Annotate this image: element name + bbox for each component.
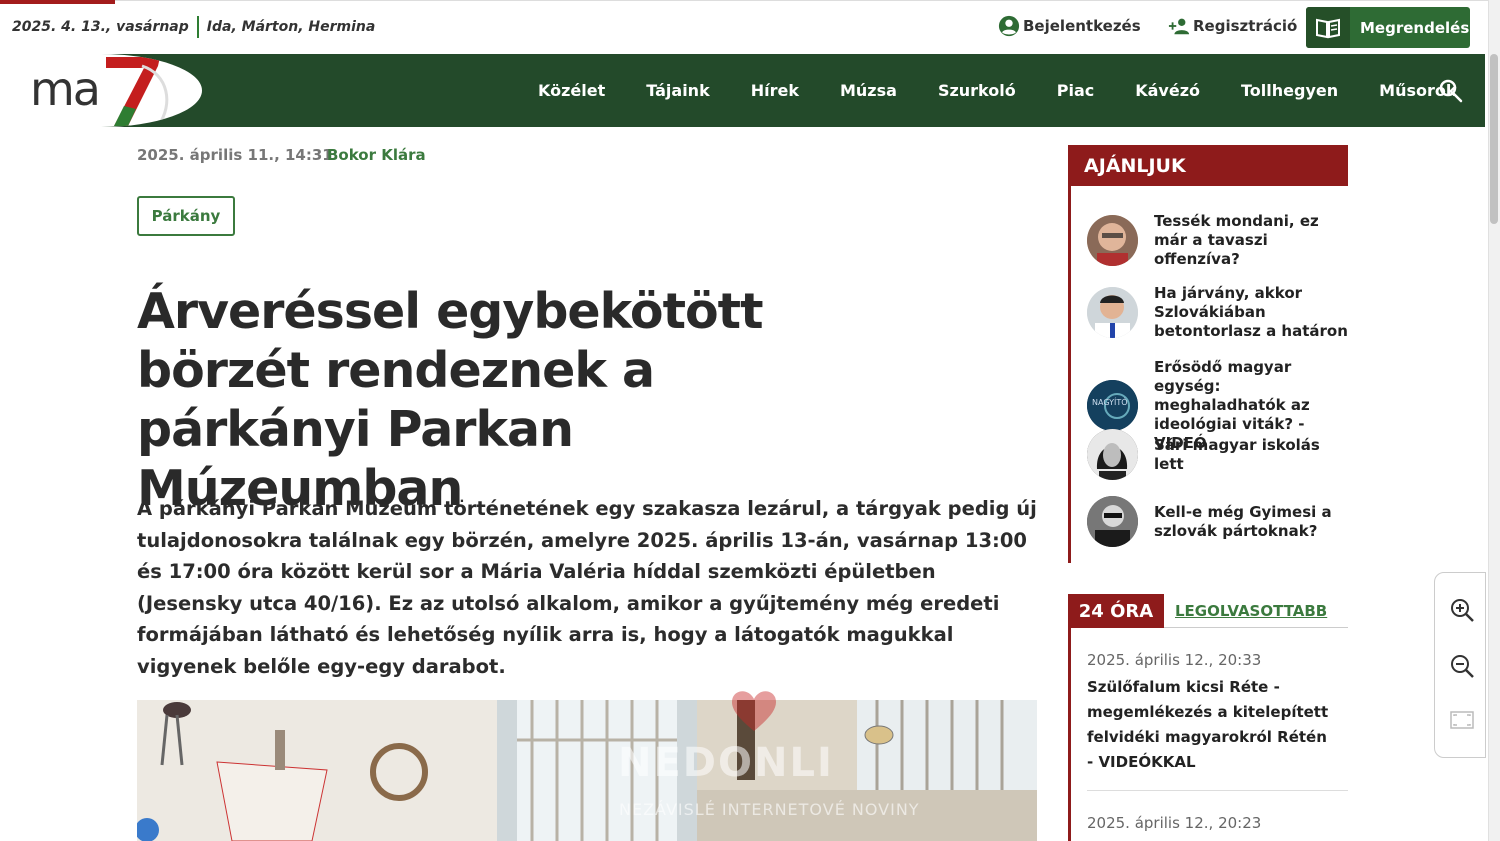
news-title-link[interactable]: Szülőfalum kicsi Réte - megemlékezés a k… [1087, 675, 1337, 775]
logo-seven-mark [106, 57, 169, 127]
search-icon[interactable] [1438, 78, 1464, 104]
show-logo-avatar: NAGYÍTÓ [1087, 380, 1138, 431]
recommend-title: Kell-e még Gyimesi a szlovák pártoknak? [1154, 502, 1332, 540]
nav-item-hirek[interactable]: Hírek [751, 81, 799, 100]
nav-item-kozelet[interactable]: Közélet [538, 81, 605, 100]
nav-item-kavezo[interactable]: Kávézó [1135, 81, 1200, 100]
zoom-in-icon[interactable] [1449, 597, 1475, 623]
nav-item-piac[interactable]: Piac [1057, 81, 1095, 100]
recommend-item[interactable]: Kell-e még Gyimesi a szlovák pártoknak? [1087, 496, 1349, 547]
nav-item-tollhegyen[interactable]: Tollhegyen [1241, 81, 1338, 100]
nav-item-muzsa[interactable]: Múzsa [840, 81, 897, 100]
order-button[interactable]: Megrendelés [1306, 7, 1470, 48]
show-logo-text: NAGYÍTÓ [1092, 398, 1128, 407]
recommend-title: Tessék mondani, ez már a tavaszi offenzí… [1154, 212, 1319, 268]
user-plus-icon [1168, 18, 1190, 35]
nav-item-szurkolo[interactable]: Szurkoló [938, 81, 1016, 100]
login-label: Bejelentkezés [1023, 17, 1141, 35]
tab-24-ora[interactable]: 24 ÓRA [1068, 594, 1164, 628]
date-separator [196, 16, 199, 38]
tab-divider [1164, 627, 1348, 628]
site-logo[interactable]: ma [0, 54, 202, 127]
article-tag-button[interactable]: Párkány [137, 196, 235, 236]
fit-screen-icon[interactable] [1449, 707, 1475, 733]
user-circle-icon [998, 15, 1020, 37]
article-headline: Árveréssel egybekötött börzét rendeznek … [137, 283, 764, 517]
article-photo[interactable] [137, 700, 1037, 841]
watermark-heart-icon [731, 691, 777, 731]
zoom-out-icon[interactable] [1449, 653, 1475, 679]
recommend-item[interactable]: Sári magyar iskolás lett [1087, 429, 1349, 480]
nav-items: Közélet Tájaink Hírek Múzsa Szurkoló Pia… [538, 54, 1498, 127]
login-link[interactable]: Bejelentkezés [998, 15, 1141, 37]
photo-watermark-subtitle: NEZÁVISLÉ INTERNETOVÉ NOVINY [619, 800, 920, 819]
recommend-item[interactable]: Ha járvány, akkor Szlovákiában betontorl… [1087, 284, 1349, 341]
top-bar: 2025. 4. 13., vasárnap Ida, Márton, Herm… [0, 0, 1488, 54]
zoom-controls [1434, 572, 1486, 758]
register-label: Regisztráció [1193, 17, 1298, 35]
author-avatar [1087, 215, 1138, 266]
recommend-item[interactable]: Tessék mondani, ez már a tavaszi offenzí… [1087, 212, 1349, 269]
book-icon [1306, 7, 1350, 48]
namedays-text: Ida, Márton, Hermina [206, 19, 376, 35]
author-avatar [1087, 287, 1138, 338]
author-avatar [1087, 496, 1138, 547]
register-link[interactable]: Regisztráció [1168, 15, 1297, 37]
article-meta: 2025. április 11., 14:31 Bokor Klára [137, 146, 426, 164]
article-lead: A párkányi Parkan Múzeum történetének eg… [137, 497, 1037, 678]
news-date: 2025. április 12., 20:23 [1087, 814, 1262, 832]
recommend-title: Sári magyar iskolás lett [1154, 435, 1320, 473]
h24-accent-border [1068, 594, 1071, 841]
author-avatar [1087, 429, 1138, 480]
scrollbar-thumb[interactable] [1490, 54, 1498, 224]
current-date: 2025. 4. 13., vasárnap Ida, Márton, Herm… [12, 16, 375, 38]
tab-legolvasottabb[interactable]: LEGOLVASOTTABB [1175, 602, 1327, 620]
order-label: Megrendelés [1360, 18, 1470, 37]
recommend-accent-border [1068, 145, 1071, 563]
news-date: 2025. április 12., 20:33 [1087, 651, 1262, 669]
photo-watermark: NEDONLI [618, 740, 834, 786]
recommend-title: Ha járvány, akkor Szlovákiában betontorl… [1154, 284, 1348, 340]
logo-text: ma [30, 62, 101, 116]
article-author[interactable]: Bokor Klára [327, 146, 426, 164]
news-divider [1087, 790, 1348, 791]
article-date: 2025. április 11., 14:31 [137, 146, 333, 164]
recommend-heading: AJÁNLJUK [1068, 145, 1348, 186]
date-text: 2025. 4. 13., vasárnap [12, 19, 189, 35]
nav-item-tajaink[interactable]: Tájaink [646, 81, 709, 100]
